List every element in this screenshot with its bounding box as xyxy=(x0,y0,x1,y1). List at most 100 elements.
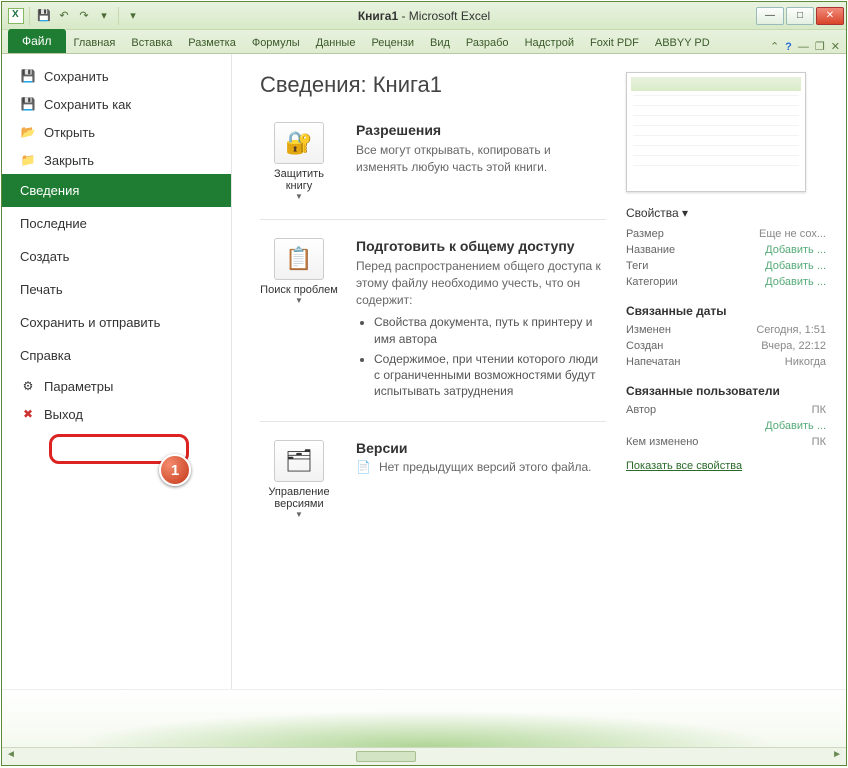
nav-exit[interactable]: ✖Выход xyxy=(2,400,231,428)
nav-open-label: Открыть xyxy=(44,125,95,140)
prop-printed-key: Напечатан xyxy=(626,356,680,368)
tab-abbyy[interactable]: ABBYY PD xyxy=(647,33,718,53)
manage-versions-button[interactable]: 🗂 Управление версиями ▼ xyxy=(260,440,338,519)
nav-save[interactable]: 💾Сохранить xyxy=(2,62,231,90)
tab-formulas[interactable]: Формулы xyxy=(244,33,308,53)
mdi-minimize-icon[interactable]: — xyxy=(798,41,809,53)
show-all-properties-link[interactable]: Показать все свойства xyxy=(626,460,742,472)
properties-dropdown[interactable]: Свойства ▾ xyxy=(626,206,826,220)
permissions-text: Все могут открывать, копировать и изменя… xyxy=(356,142,606,176)
protect-workbook-button[interactable]: 🔐 Защитить книгу ▼ xyxy=(260,122,338,201)
help-icon[interactable]: ? xyxy=(785,41,792,53)
nav-close[interactable]: 📁Закрыть xyxy=(2,146,231,174)
qat-more-icon[interactable]: ▾ xyxy=(95,7,113,25)
prop-author-val: ПК xyxy=(812,404,826,416)
tab-view[interactable]: Вид xyxy=(422,33,458,53)
prop-modified-key: Изменен xyxy=(626,324,671,336)
close-button[interactable]: ✕ xyxy=(816,7,844,25)
ribbon-tabs: Файл Главная Вставка Разметка Формулы Да… xyxy=(2,30,846,54)
qat-undo-icon[interactable]: ↶ xyxy=(55,7,73,25)
nav-info-label: Сведения xyxy=(20,183,79,198)
manage-versions-label: Управление версиями xyxy=(260,486,338,510)
qat-save-icon[interactable]: 💾 xyxy=(35,7,53,25)
open-icon: 📂 xyxy=(20,124,36,140)
nav-new-label: Создать xyxy=(20,249,69,264)
tab-foxit[interactable]: Foxit PDF xyxy=(582,33,647,53)
mdi-restore-icon[interactable]: ❐ xyxy=(815,40,825,53)
save-icon: 💾 xyxy=(20,68,36,84)
annotation-badge: 1 xyxy=(159,454,191,486)
tab-insert[interactable]: Вставка xyxy=(123,33,180,53)
ribbon-minimize-icon[interactable]: ⌃ xyxy=(770,40,779,53)
nav-share[interactable]: Сохранить и отправить xyxy=(2,306,231,339)
nav-saveas-label: Сохранить как xyxy=(44,97,131,112)
versions-icon: 🗂 xyxy=(274,440,324,482)
backstage-nav: 💾Сохранить 💾Сохранить как 📂Открыть 📁Закр… xyxy=(2,54,232,689)
tab-review[interactable]: Рецензи xyxy=(363,33,422,53)
footer-glow xyxy=(2,689,846,747)
prop-tags-key: Теги xyxy=(626,260,648,272)
nav-info[interactable]: Сведения xyxy=(2,174,231,207)
versions-title: Версии xyxy=(356,440,606,456)
nav-saveas[interactable]: 💾Сохранить как xyxy=(2,90,231,118)
related-users-heading: Связанные пользователи xyxy=(626,384,826,398)
protect-workbook-label: Защитить книгу xyxy=(260,168,338,192)
tab-file[interactable]: Файл xyxy=(8,29,66,53)
prepare-item-2: Содержимое, при чтении которого люди с о… xyxy=(374,351,606,400)
tab-home[interactable]: Главная xyxy=(66,33,124,53)
tab-layout[interactable]: Разметка xyxy=(180,33,244,53)
prop-cat-key: Категории xyxy=(626,276,678,288)
tab-data[interactable]: Данные xyxy=(308,33,364,53)
nav-options[interactable]: ⚙ Параметры xyxy=(2,372,231,400)
nav-help[interactable]: Справка xyxy=(2,339,231,372)
related-dates-heading: Связанные даты xyxy=(626,304,826,318)
tab-addins[interactable]: Надстрой xyxy=(517,33,582,53)
nav-help-label: Справка xyxy=(20,348,71,363)
chevron-down-icon: ▼ xyxy=(260,296,338,305)
options-icon: ⚙ xyxy=(20,378,36,394)
properties-panel: Свойства ▾ РазмерЕще не сох... НазваниеД… xyxy=(626,72,826,679)
nav-recent-label: Последние xyxy=(20,216,87,231)
prop-tags-val[interactable]: Добавить ... xyxy=(765,260,826,272)
close-folder-icon: 📁 xyxy=(20,152,36,168)
qat-customize-icon[interactable]: ▾ xyxy=(124,7,142,25)
titlebar: 💾 ↶ ↷ ▾ ▾ Книга1 - Microsoft Excel — □ ✕ xyxy=(2,2,846,30)
prop-created-val: Вчера, 22:12 xyxy=(761,340,826,352)
horizontal-scrollbar[interactable] xyxy=(2,747,846,765)
document-icon: 📄 xyxy=(356,460,371,474)
mdi-close-icon[interactable]: ✕ xyxy=(831,40,840,53)
nav-share-label: Сохранить и отправить xyxy=(20,315,160,330)
versions-text: Нет предыдущих версий этого файла. xyxy=(379,460,592,474)
nav-options-label: Параметры xyxy=(44,379,113,394)
prop-printed-val: Никогда xyxy=(785,356,826,368)
prop-created-key: Создан xyxy=(626,340,663,352)
chevron-down-icon: ▼ xyxy=(260,510,338,519)
nav-new[interactable]: Создать xyxy=(2,240,231,273)
checklist-icon: 📋 xyxy=(274,238,324,280)
prepare-text: Перед распространением общего доступа к … xyxy=(356,258,606,308)
add-author-link[interactable]: Добавить ... xyxy=(765,420,826,432)
minimize-button[interactable]: — xyxy=(756,7,784,25)
nav-open[interactable]: 📂 Открыть xyxy=(2,118,231,146)
tab-developer[interactable]: Разрабо xyxy=(458,33,517,53)
nav-print[interactable]: Печать xyxy=(2,273,231,306)
check-issues-button[interactable]: 📋 Поиск проблем ▼ xyxy=(260,238,338,403)
prop-size-key: Размер xyxy=(626,228,664,240)
nav-exit-label: Выход xyxy=(44,407,83,422)
chevron-down-icon: ▼ xyxy=(260,192,338,201)
app-icon[interactable] xyxy=(8,8,24,24)
quick-access-toolbar: 💾 ↶ ↷ ▾ ▾ xyxy=(2,7,148,25)
prop-size-val: Еще не сох... xyxy=(759,228,826,240)
document-thumbnail[interactable] xyxy=(626,72,806,192)
permissions-title: Разрешения xyxy=(356,122,606,138)
maximize-button[interactable]: □ xyxy=(786,7,814,25)
page-title: Сведения: Книга1 xyxy=(260,72,606,98)
prop-cat-val[interactable]: Добавить ... xyxy=(765,276,826,288)
qat-redo-icon[interactable]: ↷ xyxy=(75,7,93,25)
nav-print-label: Печать xyxy=(20,282,63,297)
prop-modified-val: Сегодня, 1:51 xyxy=(756,324,826,336)
check-issues-label: Поиск проблем xyxy=(260,284,338,296)
nav-recent[interactable]: Последние xyxy=(2,207,231,240)
prepare-item-1: Свойства документа, путь к принтеру и им… xyxy=(374,314,606,346)
prop-title-val[interactable]: Добавить ... xyxy=(765,244,826,256)
